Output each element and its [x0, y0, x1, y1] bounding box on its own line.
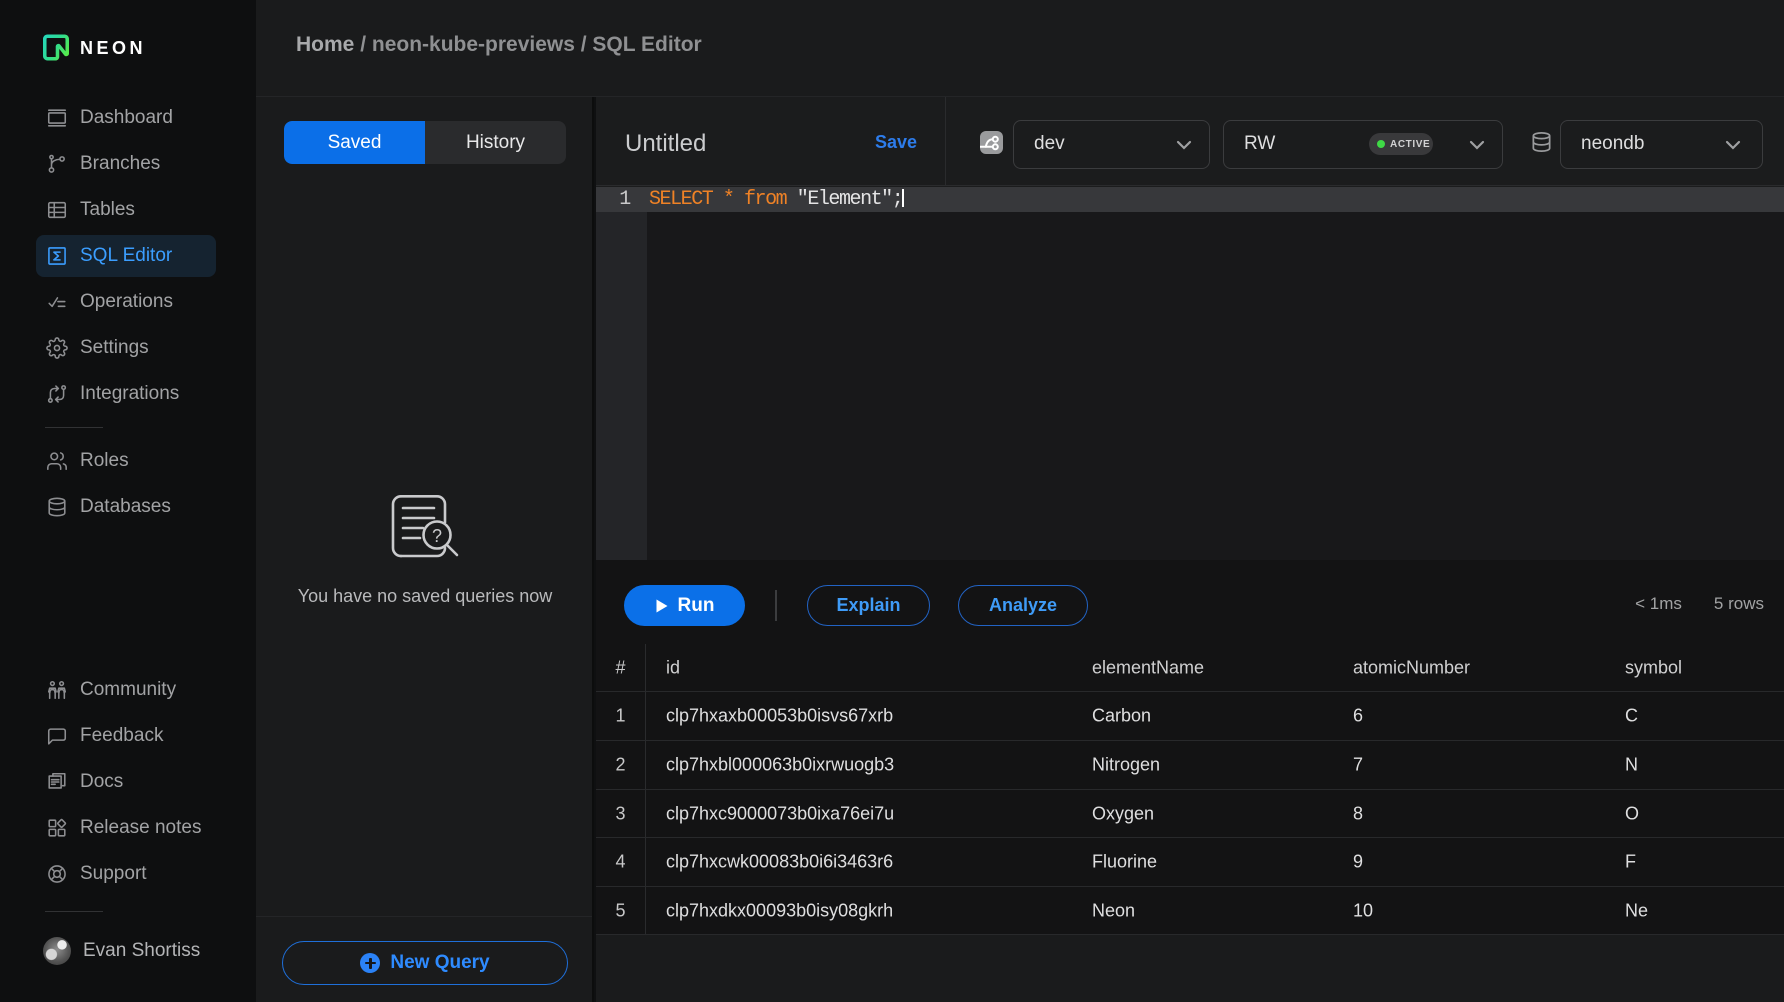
svg-text:?: ?	[432, 526, 442, 546]
